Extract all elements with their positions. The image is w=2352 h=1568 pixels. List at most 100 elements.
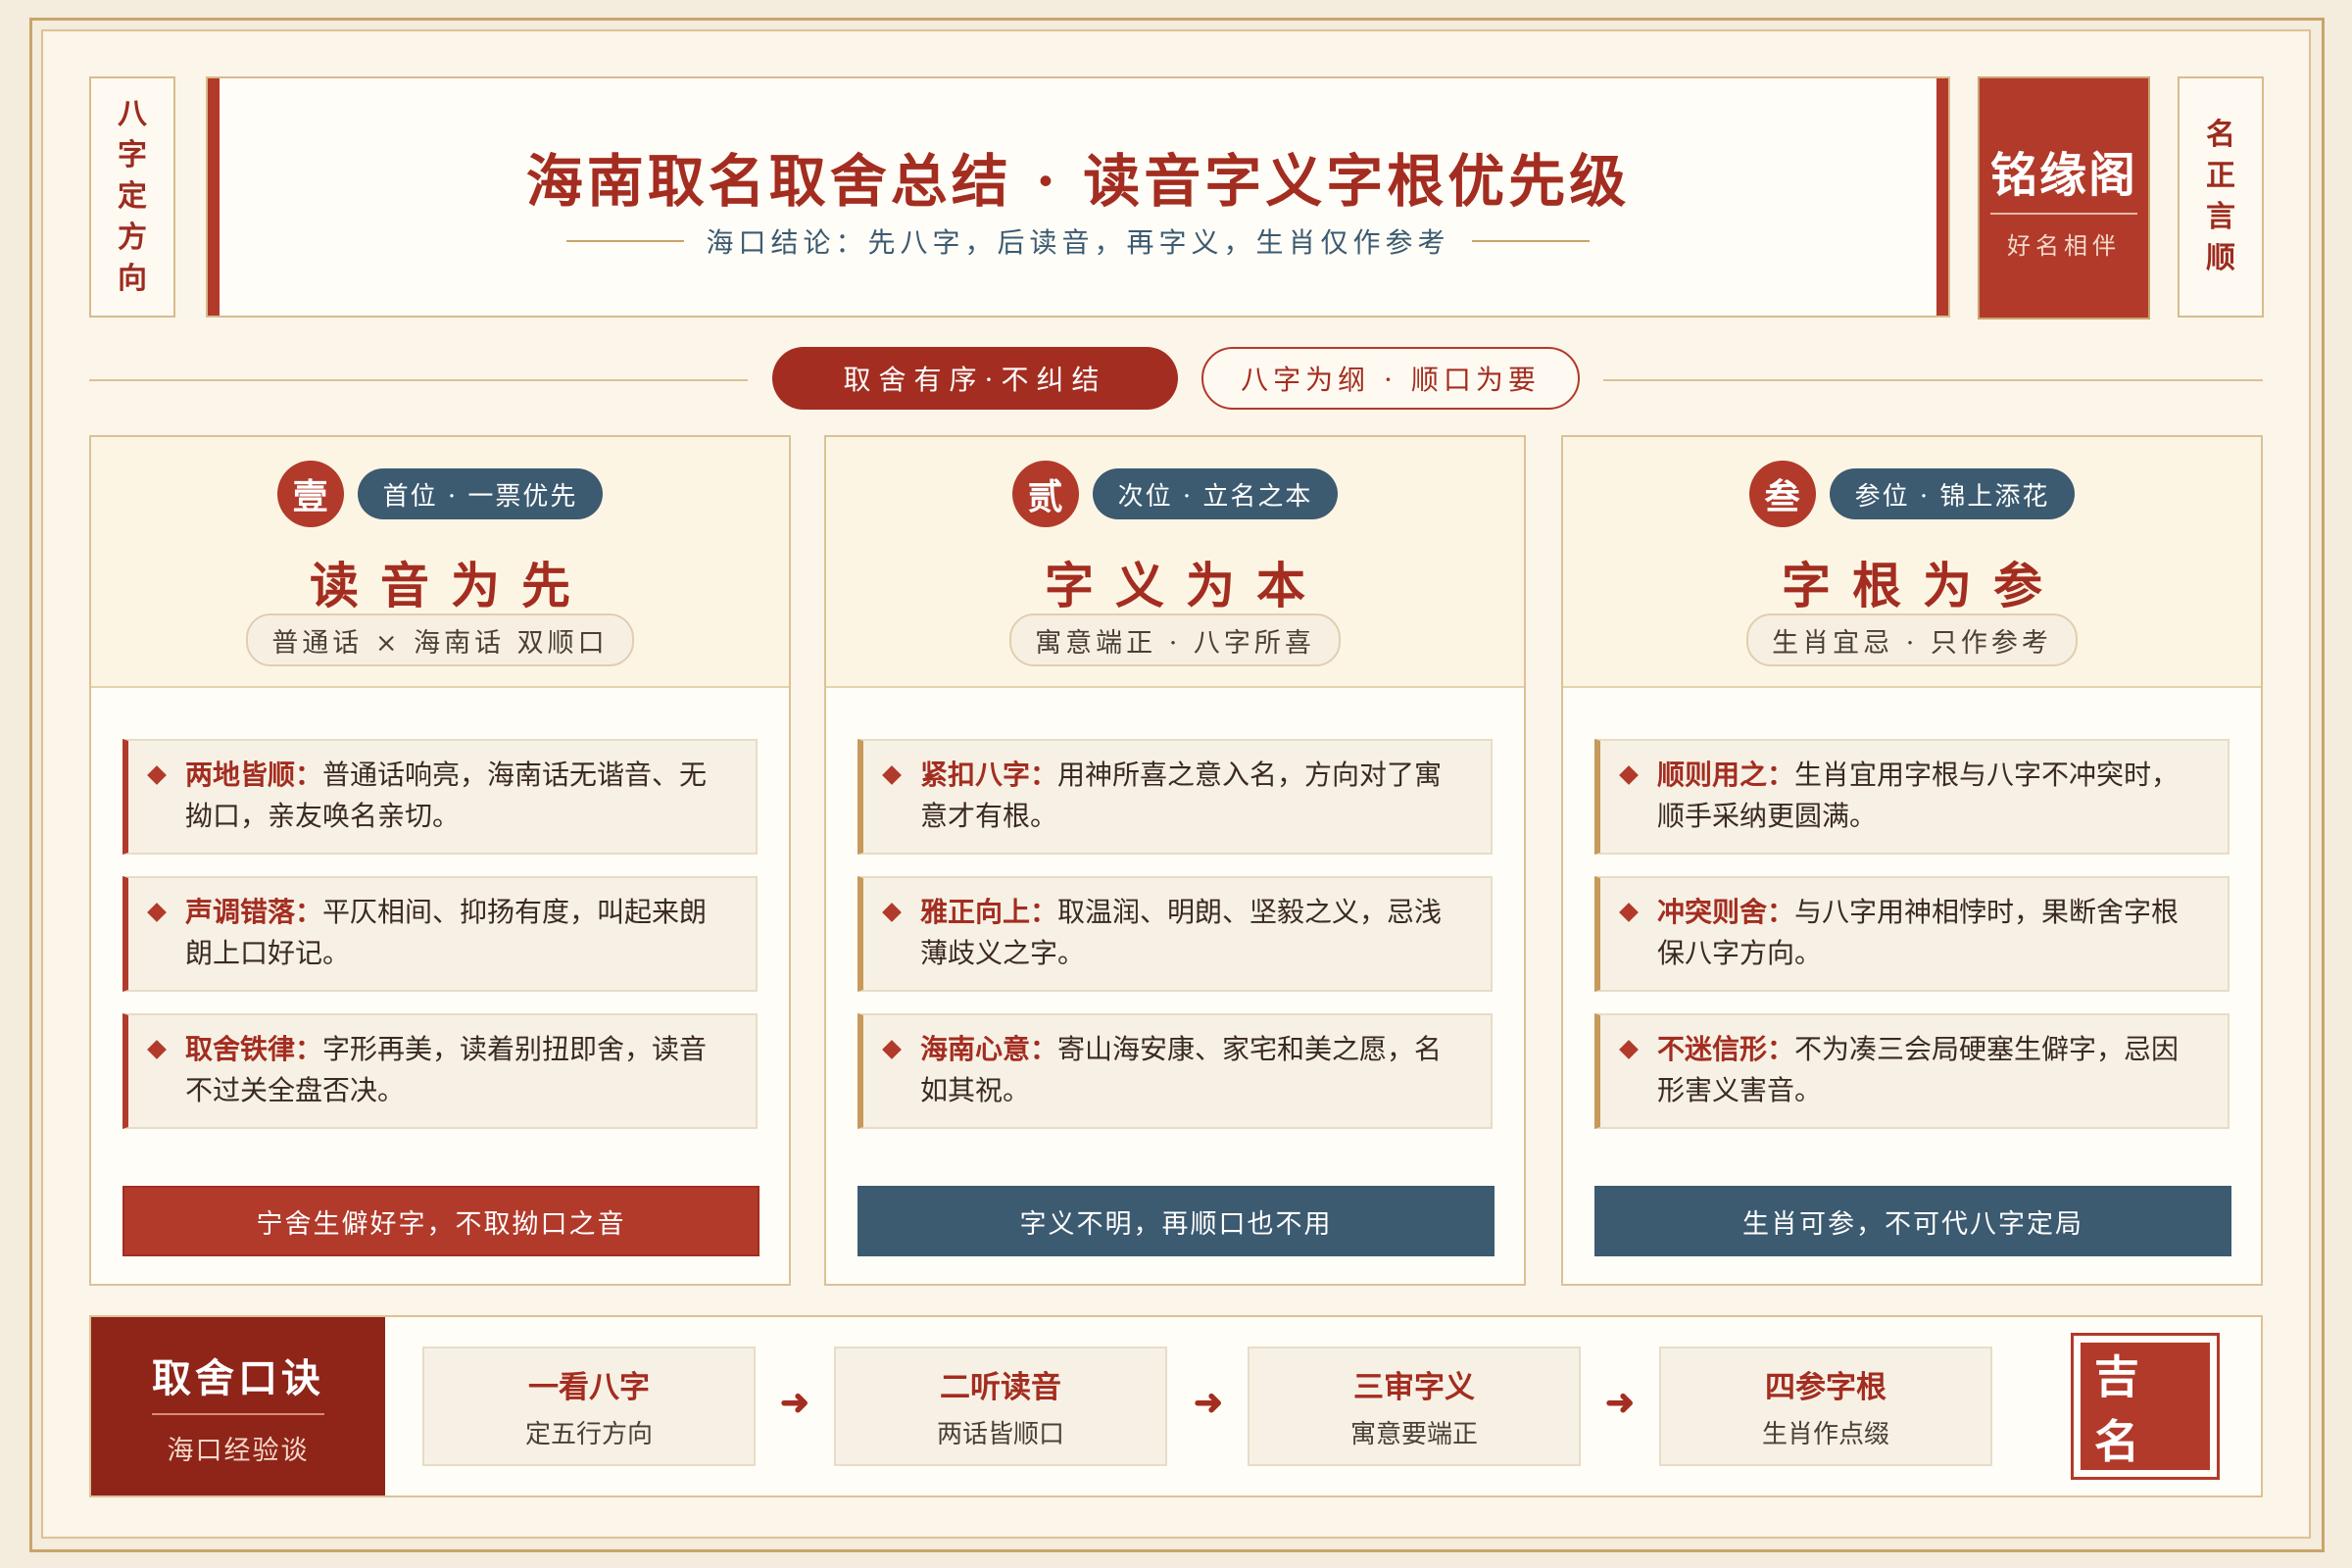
step-title: 四参字根	[1765, 1370, 1886, 1405]
rule-item: 取舍铁律：字形再美，读着别扭即舍，读音不过关全盘否决。	[122, 1013, 758, 1129]
rule-item: 冲突则舍：与八字用神相悖时，果断舍字根保八字方向。	[1594, 876, 2230, 992]
step-subtitle: 定五行方向	[524, 1420, 653, 1449]
card-header: 壹 首位 · 一票优先 读音为先 普通话 × 海南话 双顺口	[91, 437, 789, 688]
card-footer-motto: 生肖可参，不可代八字定局	[1594, 1186, 2231, 1256]
rule-item: 海南心意：寄山海安康、家宅和美之愿，名如其祝。	[858, 1013, 1493, 1129]
rule-key: 顺则用之：	[1657, 759, 1795, 791]
priority-card-pronunciation: 壹 首位 · 一票优先 读音为先 普通话 × 海南话 双顺口 两地皆顺：普通话响…	[89, 435, 791, 1286]
step-card: 一看八字 定五行方向	[422, 1347, 756, 1466]
card-badge-row: 壹 首位 · 一票优先	[91, 461, 789, 527]
card-note: 普通话 × 海南话 双顺口	[246, 613, 634, 666]
rhyme-heading-block: 取舍口诀 海口经验谈	[91, 1317, 385, 1495]
rule-key: 声调错落：	[185, 896, 323, 928]
left-vertical-tag: 八 字 定 方 向	[89, 76, 175, 318]
left-tag-char: 定	[118, 179, 147, 214]
subtitle-rule-left	[566, 240, 685, 242]
diamond-bullet-icon	[1619, 1040, 1639, 1059]
step-subtitle: 两话皆顺口	[936, 1420, 1064, 1449]
rank-number-badge: 壹	[276, 461, 344, 527]
card-note-wrap: 普通话 × 海南话 双顺口	[91, 613, 789, 666]
diamond-bullet-icon	[882, 765, 902, 785]
left-tag-char: 八	[118, 97, 147, 131]
right-tag-char: 名	[2206, 118, 2235, 152]
card-note-wrap: 生肖宜忌 · 只作参考	[1563, 613, 2261, 666]
left-tag-char: 字	[118, 138, 147, 172]
rhyme-title: 取舍口诀	[152, 1347, 324, 1415]
left-tag-char: 方	[118, 220, 147, 255]
brand-slogan: 好名相伴	[2007, 231, 2121, 260]
card-header: 叁 参位 · 锦上添花 字根为参 生肖宜忌 · 只作参考	[1563, 437, 2261, 688]
rule-item: 不迷信形：不为凑三会局硬塞生僻字，忌因形害义害音。	[1594, 1013, 2230, 1129]
step-card: 四参字根 生肖作点缀	[1659, 1347, 1992, 1466]
left-tag-char: 向	[118, 262, 147, 296]
seal-stamp: 吉名	[2071, 1333, 2220, 1480]
principle-pill-secondary: 八字为纲 · 顺口为要	[1201, 347, 1580, 410]
page-title: 海南取名取舍总结 · 读音字义字根优先级	[525, 148, 1631, 215]
card-title: 字义为本	[1045, 557, 1327, 614]
rule-item: 两地皆顺：普通话响亮，海南话无谐音、无拗口，亲友唤名亲切。	[122, 739, 758, 855]
card-badge-row: 贰 次位 · 立名之本	[826, 461, 1524, 527]
step-title: 一看八字	[528, 1370, 650, 1405]
arrow-right-icon: ➜	[1193, 1382, 1224, 1423]
rank-number-badge: 叁	[1748, 461, 1816, 527]
card-note: 寓意端正 · 八字所喜	[1009, 613, 1341, 666]
card-footer-motto: 字义不明，再顺口也不用	[858, 1186, 1494, 1256]
rule-item: 顺则用之：生肖宜用字根与八字不冲突时，顺手采纳更圆满。	[1594, 739, 2230, 855]
card-header: 贰 次位 · 立名之本 字义为本 寓意端正 · 八字所喜	[826, 437, 1524, 688]
divider-line-left	[89, 379, 748, 381]
rank-label: 首位 · 一票优先	[357, 468, 604, 519]
right-tag-char: 正	[2206, 159, 2235, 193]
right-tag-char: 言	[2206, 200, 2235, 234]
brand-name: 铭缘阁	[1989, 136, 2137, 215]
diamond-bullet-icon	[1619, 765, 1639, 785]
diamond-bullet-icon	[882, 1040, 902, 1059]
card-note: 生肖宜忌 · 只作参考	[1746, 613, 2078, 666]
right-vertical-tag: 名 正 言 顺	[2178, 76, 2264, 318]
card-badge-row: 叁 参位 · 锦上添花	[1563, 461, 2261, 527]
poster: 八 字 定 方 向 海南取名取舍总结 · 读音字义字根优先级 海口结论：先八字，…	[0, 0, 2352, 1568]
diamond-bullet-icon	[147, 903, 167, 922]
priority-card-radical: 叁 参位 · 锦上添花 字根为参 生肖宜忌 · 只作参考 顺则用之：生肖宜用字根…	[1561, 435, 2263, 1286]
rhyme-bar: 取舍口诀 海口经验谈 一看八字 定五行方向 ➜ 二听读音 两话皆顺口 ➜ 三审字…	[89, 1315, 2263, 1497]
diamond-bullet-icon	[147, 765, 167, 785]
arrow-right-icon: ➜	[1604, 1382, 1636, 1423]
arrow-right-icon: ➜	[779, 1382, 810, 1423]
title-panel: 海南取名取舍总结 · 读音字义字根优先级 海口结论：先八字，后读音，再字义，生肖…	[206, 76, 1950, 318]
step-title: 三审字义	[1353, 1370, 1475, 1405]
card-title: 读音为先	[310, 557, 592, 614]
diamond-bullet-icon	[882, 903, 902, 922]
subtitle-rule-right	[1471, 240, 1590, 242]
rank-label: 次位 · 立名之本	[1092, 468, 1339, 519]
rank-label: 参位 · 锦上添花	[1829, 468, 2076, 519]
rule-key: 海南心意：	[920, 1033, 1058, 1065]
rule-key: 取舍铁律：	[185, 1033, 323, 1065]
principle-pill-primary: 取舍有序·不纠结	[772, 347, 1178, 410]
right-tag-char: 顺	[2206, 241, 2235, 275]
rule-item: 声调错落：平仄相间、抑扬有度，叫起来朗朗上口好记。	[122, 876, 758, 992]
rhyme-subtitle: 海口经验谈	[167, 1435, 310, 1466]
rule-item: 雅正向上：取温润、明朗、坚毅之义，忌浅薄歧义之字。	[858, 876, 1493, 992]
rule-key: 不迷信形：	[1657, 1033, 1795, 1065]
rank-number-badge: 贰	[1011, 461, 1079, 527]
rule-item: 紧扣八字：用神所喜之意入名，方向对了寓意才有根。	[858, 739, 1493, 855]
subtitle-row: 海口结论：先八字，后读音，再字义，生肖仅作参考	[208, 221, 1948, 261]
step-subtitle: 生肖作点缀	[1761, 1420, 1889, 1449]
rule-key: 冲突则舍：	[1657, 896, 1795, 928]
brand-block: 铭缘阁 好名相伴	[1978, 76, 2150, 319]
step-subtitle: 寓意要端正	[1349, 1420, 1478, 1449]
diamond-bullet-icon	[147, 1040, 167, 1059]
step-card: 三审字义 寓意要端正	[1248, 1347, 1581, 1466]
seal-text: 吉名	[2081, 1343, 2210, 1470]
divider-line-right	[1603, 379, 2263, 381]
rule-key: 紧扣八字：	[920, 759, 1058, 791]
card-note-wrap: 寓意端正 · 八字所喜	[826, 613, 1524, 666]
page-subtitle: 海口结论：先八字，后读音，再字义，生肖仅作参考	[706, 226, 1450, 259]
step-title: 二听读音	[940, 1370, 1061, 1405]
step-card: 二听读音 两话皆顺口	[834, 1347, 1167, 1466]
diamond-bullet-icon	[1619, 903, 1639, 922]
rule-key: 雅正向上：	[920, 896, 1058, 928]
card-title: 字根为参	[1782, 557, 2064, 614]
card-footer-motto: 宁舍生僻好字，不取拗口之音	[122, 1186, 760, 1256]
priority-card-meaning: 贰 次位 · 立名之本 字义为本 寓意端正 · 八字所喜 紧扣八字：用神所喜之意…	[824, 435, 1526, 1286]
rule-key: 两地皆顺：	[185, 759, 323, 791]
